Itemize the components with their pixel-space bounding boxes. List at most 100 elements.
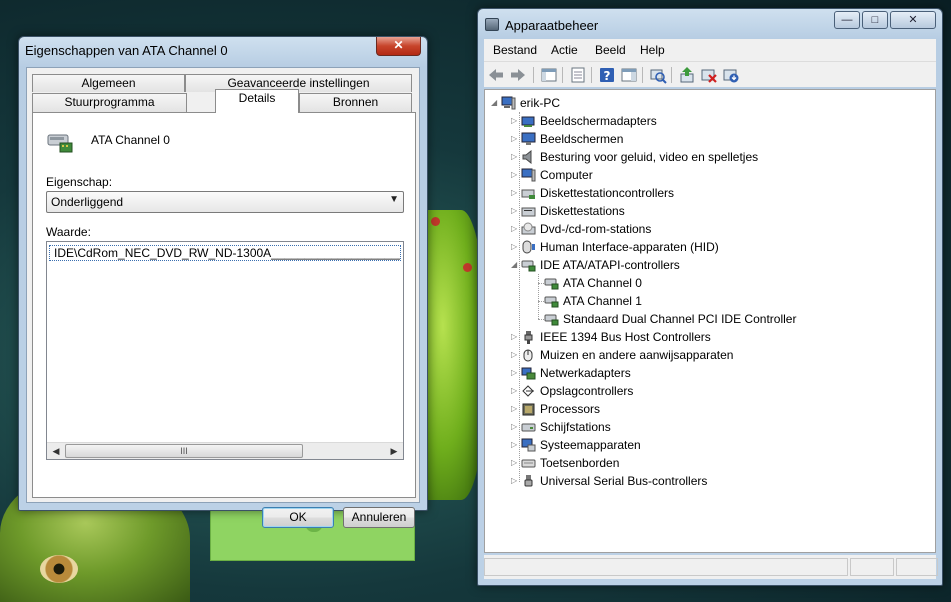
forward-arrow-icon[interactable] bbox=[509, 66, 527, 84]
expand-arrow-icon[interactable]: ▷ bbox=[511, 436, 520, 454]
expand-arrow-icon[interactable]: ▷ bbox=[511, 400, 520, 418]
menu-actie[interactable]: Actie bbox=[551, 43, 578, 57]
tab-stuurprogramma[interactable]: Stuurprogramma bbox=[32, 93, 187, 112]
tree-node-ieee-1394-bus-host-controllers[interactable]: ▷ IEEE 1394 Bus Host Controllers bbox=[511, 328, 911, 346]
expand-arrow-icon[interactable]: ▷ bbox=[511, 130, 520, 148]
system-devices-icon bbox=[521, 438, 536, 452]
tree-node-besturing-voor-geluid-video-en-spelletjes[interactable]: ▷ Besturing voor geluid, video en spellet… bbox=[511, 148, 911, 166]
ide-controller-icon bbox=[544, 278, 559, 290]
dialog-titlebar[interactable]: Eigenschappen van ATA Channel 0 ✕ bbox=[19, 37, 427, 65]
tree-node-schijfstations[interactable]: ▷ Schijfstations bbox=[511, 418, 911, 436]
collapse-arrow-icon[interactable]: ◢ bbox=[491, 94, 500, 112]
scrollbar-thumb[interactable]: III bbox=[65, 444, 303, 458]
toolbar-separator bbox=[591, 67, 592, 83]
tree-node-diskettestations[interactable]: ▷ Diskettestations bbox=[511, 202, 911, 220]
expand-arrow-icon[interactable]: ▷ bbox=[511, 238, 520, 256]
menu-bestand[interactable]: Bestand bbox=[493, 43, 537, 57]
floppy-controller-icon bbox=[521, 189, 535, 199]
expand-arrow-icon[interactable]: ▷ bbox=[511, 382, 520, 400]
tree-node-computer[interactable]: ▷ Computer bbox=[511, 166, 911, 184]
update-driver-icon[interactable] bbox=[678, 66, 696, 84]
expand-arrow-icon[interactable]: ▷ bbox=[511, 166, 520, 184]
tree-node-universal-serial-bus-controllers[interactable]: ▷ Universal Serial Bus-controllers bbox=[511, 472, 911, 490]
expand-arrow-icon[interactable]: ▷ bbox=[511, 148, 520, 166]
expand-arrow-icon[interactable]: ▷ bbox=[511, 364, 520, 382]
tree-node-human-interface-apparaten-hid[interactable]: ▷ Human Interface-apparaten (HID) bbox=[511, 238, 911, 256]
tree-node-diskettestationcontrollers[interactable]: ▷ Diskettestationcontrollers bbox=[511, 184, 911, 202]
usb-icon bbox=[524, 475, 533, 487]
hid-icon bbox=[522, 240, 535, 254]
expand-arrow-icon[interactable]: ▷ bbox=[511, 112, 520, 130]
tree-node-label: Systeemapparaten bbox=[540, 438, 641, 452]
tree-node-standaard-dual-channel-pci-ide-controller[interactable]: Standaard Dual Channel PCI IDE Controlle… bbox=[530, 310, 910, 328]
tree-node-netwerkadapters[interactable]: ▷ Netwerkadapters bbox=[511, 364, 911, 382]
menu-beeld[interactable]: Beeld bbox=[595, 43, 626, 57]
properties-icon[interactable] bbox=[569, 66, 587, 84]
horizontal-scrollbar[interactable]: ◀ III ▶ bbox=[47, 442, 403, 459]
tree-node-muizen-en-andere-aanwijsapparaten[interactable]: ▷ Muizen en andere aanwijsapparaten bbox=[511, 346, 911, 364]
show-hide-console-tree-icon[interactable] bbox=[540, 66, 558, 84]
tab-bronnen[interactable]: Bronnen bbox=[299, 93, 412, 112]
toolbar: ? bbox=[484, 61, 936, 87]
menu-help[interactable]: Help bbox=[640, 43, 665, 57]
action-pane-icon[interactable] bbox=[620, 66, 638, 84]
property-dropdown[interactable]: Onderliggend ▼ bbox=[46, 191, 404, 213]
tree-node-label: Processors bbox=[540, 402, 601, 416]
tree-node-beeldschermadapters[interactable]: ▷ Beeldschermadapters bbox=[511, 112, 911, 130]
tree-root-node[interactable]: ◢ erik-PC bbox=[491, 94, 611, 112]
tree-node-opslagcontrollers[interactable]: ▷ Opslagcontrollers bbox=[511, 382, 911, 400]
tree-node-label: Human Interface-apparaten (HID) bbox=[540, 240, 719, 254]
tree-node-systeemapparaten[interactable]: ▷ Systeemapparaten bbox=[511, 436, 911, 454]
expand-arrow-icon[interactable]: ▷ bbox=[511, 202, 520, 220]
expand-arrow-icon[interactable]: ▷ bbox=[511, 472, 520, 490]
tree-node-toetsenborden[interactable]: ▷ Toetsenborden bbox=[511, 454, 911, 472]
minimize-button[interactable]: — bbox=[834, 11, 860, 29]
floppy-drive-icon bbox=[521, 207, 536, 217]
dm-titlebar[interactable]: Apparaatbeheer — □ ✕ bbox=[478, 9, 942, 37]
scroll-right-icon[interactable]: ▶ bbox=[387, 444, 401, 458]
expand-arrow-icon[interactable]: ▷ bbox=[511, 328, 520, 346]
tree-node-label: Universal Serial Bus-controllers bbox=[540, 474, 708, 488]
tab-algemeen[interactable]: Algemeen bbox=[32, 74, 185, 92]
speaker-icon bbox=[522, 150, 532, 164]
tab-details[interactable]: Details bbox=[215, 89, 299, 113]
tree-node-ata-channel-1[interactable]: ATA Channel 1 bbox=[530, 292, 910, 310]
help-icon[interactable]: ? bbox=[598, 66, 616, 84]
tree-node-ide-ata-atapi-controllers[interactable]: ◢ IDE ATA/ATAPI-controllers bbox=[511, 256, 911, 274]
tree-node-label: Toetsenborden bbox=[540, 456, 620, 470]
ide-controller-icon bbox=[521, 260, 536, 272]
expand-arrow-icon[interactable]: ▷ bbox=[511, 220, 520, 238]
tree-node-beeldschermen[interactable]: ▷ Beeldschermen bbox=[511, 130, 911, 148]
tree-node-ata-channel-0[interactable]: ATA Channel 0 bbox=[530, 274, 910, 292]
expand-arrow-icon[interactable]: ▷ bbox=[511, 184, 520, 202]
tree-node-label: Beeldschermadapters bbox=[540, 114, 657, 128]
tree-node-processors[interactable]: ▷ Processors bbox=[511, 400, 911, 418]
expand-arrow-icon[interactable]: ▷ bbox=[511, 454, 520, 472]
maximize-button[interactable]: □ bbox=[862, 11, 888, 29]
close-button[interactable]: ✕ bbox=[890, 11, 936, 29]
disable-device-icon[interactable] bbox=[722, 66, 740, 84]
ok-button[interactable]: OK bbox=[262, 507, 334, 528]
keyboard-icon bbox=[521, 459, 536, 468]
scroll-left-icon[interactable]: ◀ bbox=[49, 444, 63, 458]
dialog-close-button[interactable]: ✕ bbox=[376, 37, 421, 56]
firewire-icon bbox=[524, 331, 533, 344]
close-icon: ✕ bbox=[908, 14, 918, 26]
toolbar-separator bbox=[562, 67, 563, 83]
scan-hardware-icon[interactable] bbox=[649, 66, 667, 84]
cancel-button[interactable]: Annuleren bbox=[343, 507, 415, 528]
tree-node-label: ATA Channel 0 bbox=[563, 276, 642, 290]
tree-node-label: Opslagcontrollers bbox=[540, 384, 634, 398]
expand-arrow-icon[interactable]: ▷ bbox=[511, 346, 520, 364]
value-listbox[interactable]: IDE\CdRom_NEC_DVD_RW_ND-1300A___________… bbox=[46, 241, 404, 460]
status-cell bbox=[484, 558, 848, 576]
list-item[interactable]: IDE\CdRom_NEC_DVD_RW_ND-1300A___________… bbox=[49, 245, 401, 261]
tree-node-dvd-cd-rom-stations[interactable]: ▷ Dvd-/cd-rom-stations bbox=[511, 220, 911, 238]
uninstall-icon[interactable] bbox=[700, 66, 718, 84]
collapse-arrow-icon[interactable]: ◢ bbox=[511, 256, 520, 274]
status-bar bbox=[484, 555, 938, 579]
menu-bar: Bestand Actie Beeld Help bbox=[484, 39, 936, 61]
expand-arrow-icon[interactable]: ▷ bbox=[511, 418, 520, 436]
back-arrow-icon[interactable] bbox=[487, 66, 505, 84]
device-tree[interactable]: ◢ erik-PC ▷ Beeldschermadapters ▷ Beeldsche… bbox=[484, 89, 936, 553]
